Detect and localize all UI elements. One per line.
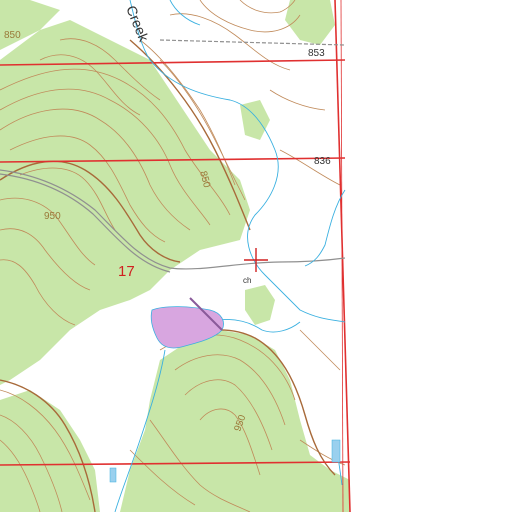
marsh-symbol [331,439,341,463]
label-elev-950-w: 950 [44,211,61,222]
label-section-17: 17 [118,263,135,280]
label-spot-853: 853 [308,48,325,59]
topographic-map: Creek 850 850 950 950 853 836 17 ch [0,0,512,512]
label-marker-note: ch [243,276,251,285]
label-spot-836: 836 [314,156,331,167]
map-canvas: Creek 850 850 950 950 853 836 17 ch [0,0,512,512]
label-elev-850-nw: 850 [4,30,21,41]
marsh-symbol [109,467,117,483]
